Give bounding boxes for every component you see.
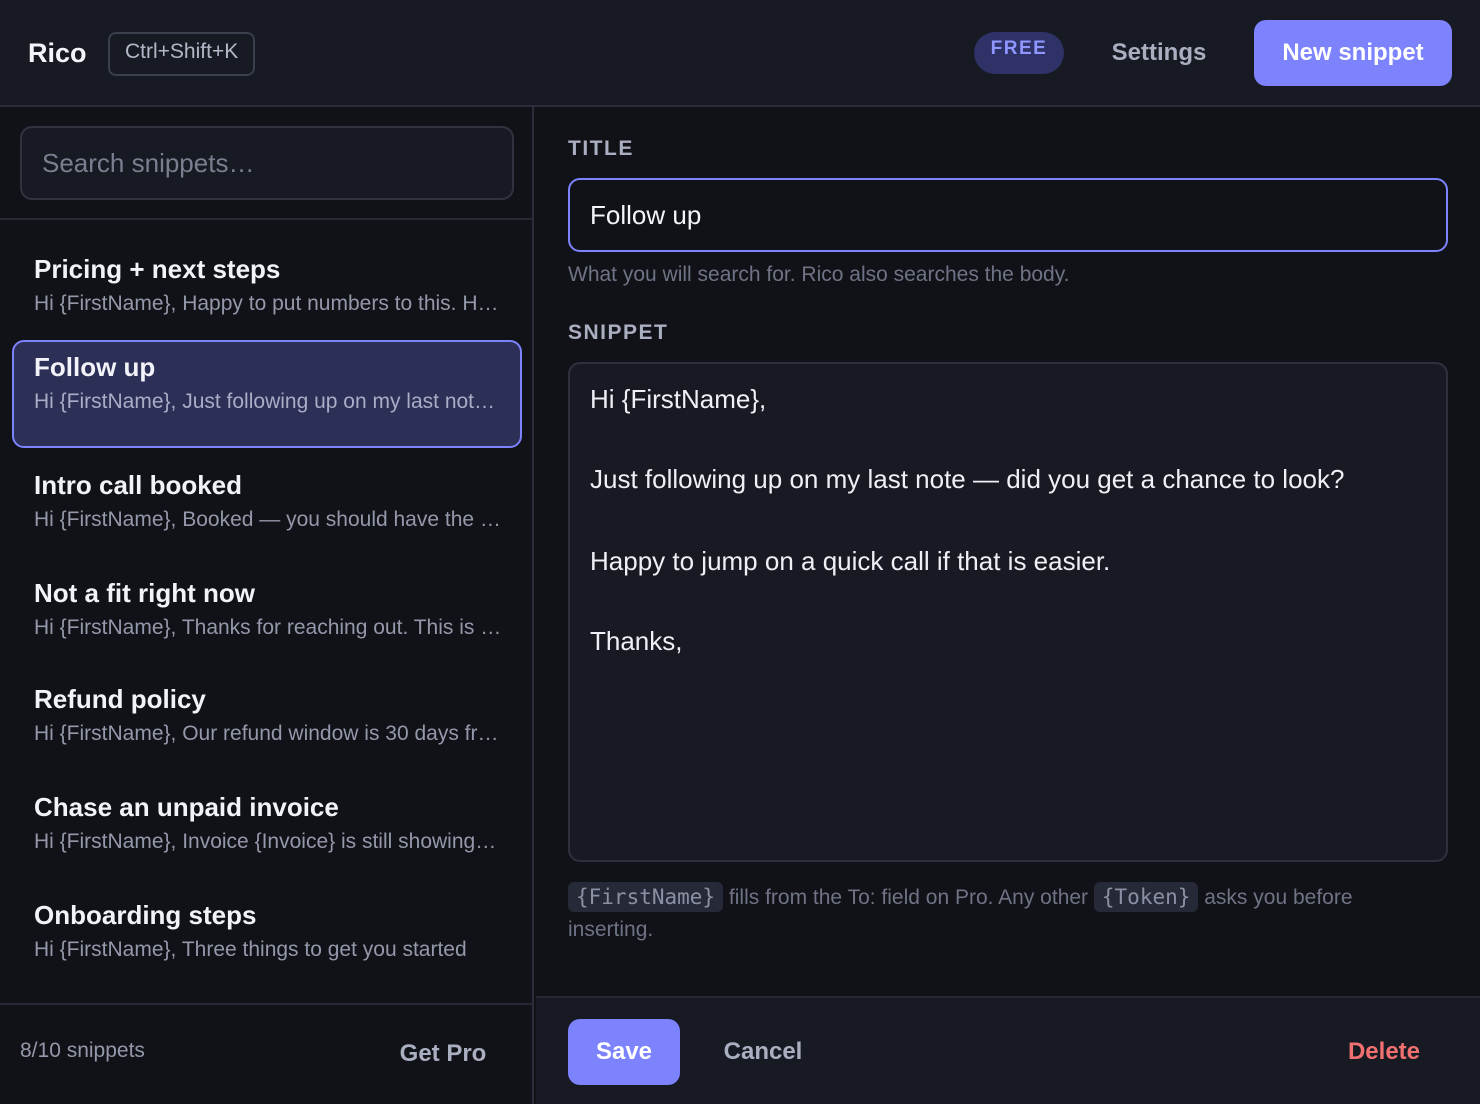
snippet-editor: TITLE What you will search for. Rico als… [536, 107, 1480, 1104]
body-line: Just following up on my last note — did … [590, 464, 1345, 494]
snippet-list-item[interactable]: Onboarding steps Hi {FirstName}, Three t… [12, 888, 522, 996]
body-line: Happy to jump on a quick call if that is… [590, 546, 1111, 576]
app-title: Rico [28, 38, 87, 68]
snippet-title: Chase an unpaid invoice [34, 792, 339, 822]
body-line: Hi {FirstName}, [590, 384, 767, 414]
snippet-list-item-selected[interactable]: Follow up Hi {FirstName}, Just following… [12, 340, 522, 448]
snippet-list-item[interactable]: Chase an unpaid invoice Hi {FirstName}, … [12, 780, 522, 888]
snippet-title: Follow up [34, 352, 156, 382]
search-area [0, 107, 532, 220]
snippet-title: Pricing + next steps [34, 254, 281, 284]
top-bar: Rico Ctrl+Shift+K FREE Settings New snip… [0, 0, 1480, 107]
snippet-preview: Hi {FirstName}, Three things to get you … [34, 938, 467, 961]
snippet-preview: Hi {FirstName}, Booked — you should have… [34, 508, 502, 531]
token-chip: {FirstName} [568, 882, 724, 912]
delete-button[interactable]: Delete [1336, 1019, 1432, 1085]
title-input[interactable] [568, 178, 1448, 252]
snippet-list-item[interactable]: Not a fit right now Hi {FirstName}, Than… [12, 566, 522, 674]
title-help-text: What you will search for. Rico also sear… [568, 263, 1070, 286]
token-help-part: fills from the To: field on Pro. Any oth… [728, 886, 1089, 909]
token-chip: {Token} [1093, 882, 1199, 912]
snippet-preview: Hi {FirstName}, Invoice {Invoice} is sti… [34, 830, 502, 853]
snippet-label: SNIPPET [568, 321, 669, 344]
plan-badge: FREE [974, 32, 1064, 74]
app-window: Rico Ctrl+Shift+K FREE Settings New snip… [0, 0, 1480, 1104]
sidebar-footer: 8/10 snippets Get Pro [0, 1003, 532, 1104]
body-line: Thanks, [590, 626, 683, 656]
title-label: TITLE [568, 137, 634, 160]
snippet-count: 8/10 snippets [20, 1039, 145, 1062]
snippet-preview: Hi {FirstName}, Thanks for reaching out.… [34, 616, 502, 639]
settings-button[interactable]: Settings [1088, 30, 1230, 76]
snippet-preview: Hi {FirstName}, Just following up on my … [34, 390, 502, 413]
snippet-preview: Hi {FirstName}, Happy to put numbers to … [34, 292, 502, 315]
save-button[interactable]: Save [568, 1019, 680, 1085]
token-help-text: {FirstName} fills from the To: field on … [568, 882, 1428, 946]
snippet-list-item[interactable]: Intro call booked Hi {FirstName}, Booked… [12, 458, 522, 566]
search-input[interactable] [20, 126, 514, 200]
editor-footer: Save Cancel Delete [536, 996, 1480, 1104]
snippet-title: Onboarding steps [34, 900, 257, 930]
snippet-preview: Hi {FirstName}, Our refund window is 30 … [34, 722, 502, 745]
snippet-body-textarea[interactable]: Hi {FirstName}, Just following up on my … [568, 362, 1448, 862]
snippet-title: Not a fit right now [34, 578, 255, 608]
get-pro-button[interactable]: Get Pro [384, 1031, 502, 1077]
cancel-button[interactable]: Cancel [708, 1019, 818, 1085]
new-snippet-button[interactable]: New snippet [1254, 20, 1452, 86]
snippet-list-item[interactable]: Pricing + next steps Hi {FirstName}, Hap… [12, 242, 522, 350]
keyboard-shortcut-badge: Ctrl+Shift+K [108, 32, 256, 76]
snippet-title: Intro call booked [34, 470, 243, 500]
snippet-list-item[interactable]: Refund policy Hi {FirstName}, Our refund… [12, 672, 522, 780]
sidebar: Pricing + next steps Hi {FirstName}, Hap… [0, 107, 534, 1104]
snippet-title: Refund policy [34, 684, 206, 714]
